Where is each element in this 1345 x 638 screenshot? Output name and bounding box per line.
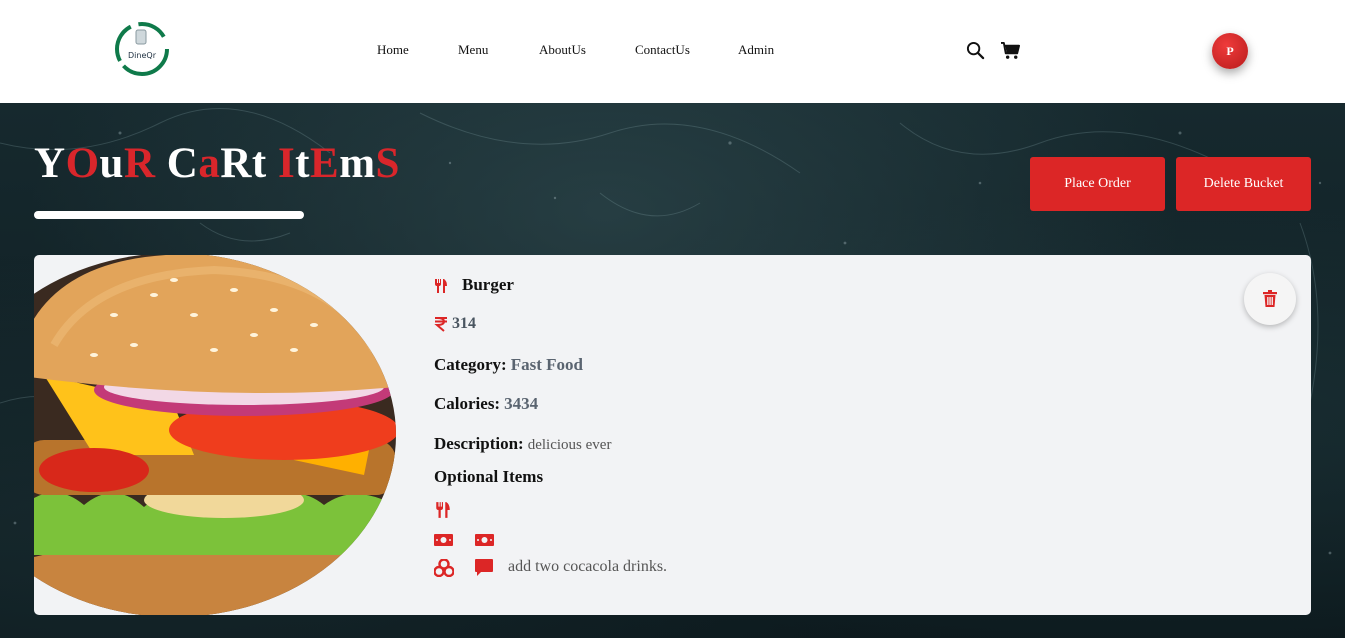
item-price: 314 bbox=[452, 315, 476, 332]
utensils-icon bbox=[436, 502, 450, 519]
place-order-button[interactable]: Place Order bbox=[1030, 157, 1165, 211]
optional-utensils-row bbox=[434, 501, 452, 519]
title-letter: u bbox=[99, 140, 124, 187]
instructions-row: add two cocacola drinks. bbox=[434, 558, 667, 577]
optional-price-row bbox=[434, 531, 494, 549]
search-icon[interactable] bbox=[966, 41, 985, 60]
title-letter: Rt bbox=[220, 140, 267, 187]
title-letter: C bbox=[166, 140, 199, 187]
rupee-icon bbox=[434, 317, 447, 333]
calories-value: 3434 bbox=[504, 394, 539, 413]
remove-item-button[interactable] bbox=[1244, 273, 1296, 325]
item-name: Burger bbox=[462, 275, 514, 294]
title-letter: E bbox=[310, 140, 340, 187]
logo-text: DineQr bbox=[128, 51, 157, 60]
burger-image bbox=[34, 255, 396, 615]
title-letter: O bbox=[65, 140, 100, 187]
nav-contactus[interactable]: ContactUs bbox=[635, 42, 690, 58]
cubes-icon bbox=[434, 558, 454, 577]
nav-menu[interactable]: Menu bbox=[458, 42, 488, 58]
nav-aboutus[interactable]: AboutUs bbox=[539, 42, 586, 58]
utensils-icon bbox=[435, 279, 447, 294]
title-space bbox=[267, 140, 278, 187]
trash-icon bbox=[1263, 290, 1277, 307]
navbar: DineQr Home Menu AboutUs ContactUs Admin… bbox=[0, 0, 1345, 103]
cart-icon[interactable] bbox=[1000, 41, 1021, 60]
optional-items-heading: Optional Items bbox=[434, 467, 544, 486]
category-value: Fast Food bbox=[510, 355, 583, 374]
title-letter: t bbox=[295, 140, 310, 187]
optional-items-row: Optional Items bbox=[434, 467, 543, 487]
calories-row: Calories: 3434 bbox=[434, 394, 538, 414]
calories-label: Calories: bbox=[434, 394, 501, 413]
special-instructions: add two cocacola drinks. bbox=[508, 558, 668, 576]
description-value: delicious ever bbox=[527, 437, 612, 453]
title-letter: Y bbox=[34, 140, 66, 187]
category-label: Category: bbox=[434, 355, 507, 374]
delete-bucket-button[interactable]: Delete Bucket bbox=[1176, 157, 1311, 211]
category-row: Category: Fast Food bbox=[434, 355, 583, 375]
title-letter: m bbox=[339, 140, 376, 187]
title-space bbox=[156, 140, 167, 187]
comment-icon bbox=[475, 559, 493, 576]
cart-section: YOuR CaRt ItEmS Place Order Delete Bucke… bbox=[0, 103, 1345, 638]
dineqr-logo[interactable]: DineQr bbox=[113, 20, 171, 78]
nav-home[interactable]: Home bbox=[377, 42, 409, 58]
title-underline bbox=[34, 211, 304, 219]
cart-item-card: Burger 314 Category: Fast Food Calories:… bbox=[34, 255, 1311, 615]
page-title: YOuR CaRt ItEmS bbox=[34, 139, 400, 188]
nav-admin[interactable]: Admin bbox=[738, 42, 774, 58]
title-letter: a bbox=[198, 140, 221, 187]
item-price-row: 314 bbox=[434, 315, 476, 333]
description-label: Description: bbox=[434, 434, 524, 453]
money-icon bbox=[434, 534, 453, 547]
title-letter: I bbox=[277, 140, 296, 187]
money-icon bbox=[475, 534, 494, 547]
description-row: Description: delicious ever bbox=[434, 434, 611, 454]
item-name-row: Burger bbox=[434, 275, 514, 295]
title-letter: R bbox=[123, 140, 156, 187]
title-letter: S bbox=[375, 140, 400, 187]
user-avatar[interactable]: P bbox=[1212, 33, 1248, 69]
